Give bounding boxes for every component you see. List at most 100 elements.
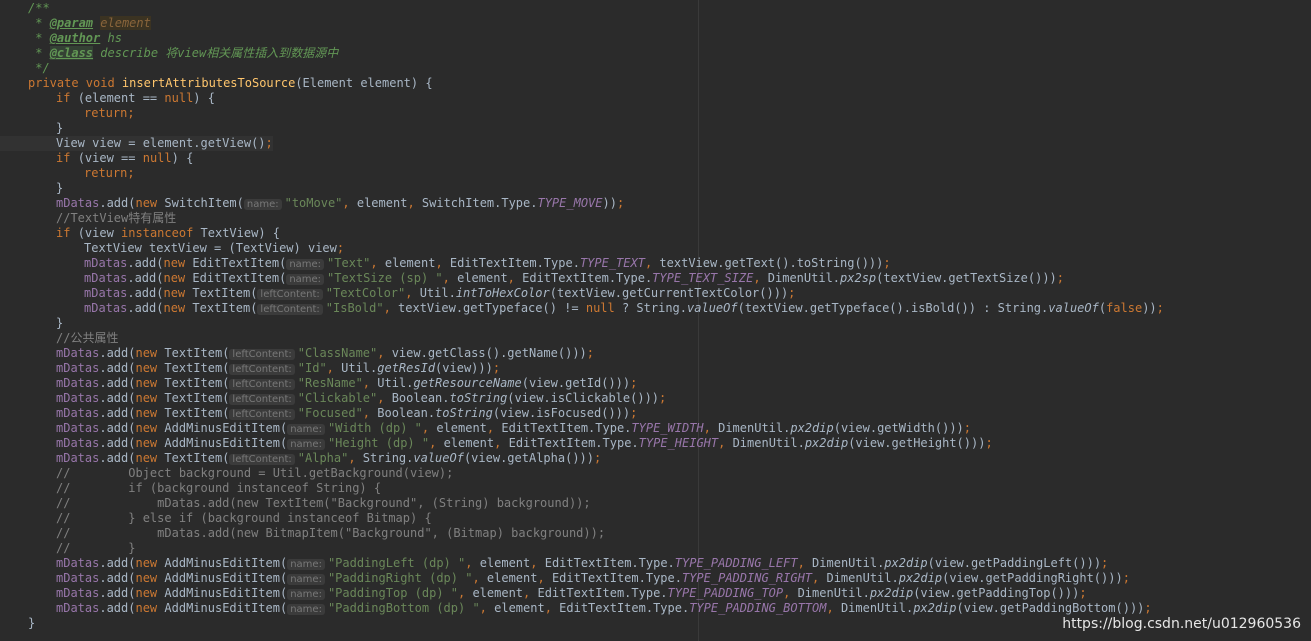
code-token: new	[163, 286, 193, 300]
code-line[interactable]: mDatas.add(new EditTextItem(name: "Text",…	[0, 256, 891, 271]
code-token: TextItem(	[164, 376, 230, 390]
code-line[interactable]: // Object background = Util.getBackgroun…	[0, 466, 453, 481]
code-line[interactable]: if (view instanceof TextView) {	[0, 226, 280, 241]
code-line[interactable]: // if (background instanceof String) {	[0, 481, 381, 496]
code-token: ,	[479, 601, 495, 615]
code-token: ;	[630, 376, 638, 390]
code-line[interactable]: mDatas.add(new TextItem(leftContent: "Cla…	[0, 346, 594, 361]
code-line[interactable]: if (element == null) {	[0, 91, 215, 106]
parameter-hint: leftContent:	[229, 409, 295, 420]
code-token: ,	[435, 256, 450, 270]
code-token: ,	[362, 376, 378, 390]
code-line[interactable]: return;	[0, 166, 135, 181]
code-token: new	[135, 556, 165, 570]
code-line[interactable]: mDatas.add(new TextItem(leftContent: "IsB…	[0, 301, 1164, 316]
code-token: new	[135, 586, 165, 600]
code-line[interactable]: mDatas.add(new AddMinusEditItem(name: "Pa…	[0, 601, 1152, 616]
code-token: (view	[77, 226, 122, 240]
code-token: mDatas	[56, 421, 100, 435]
code-line[interactable]: mDatas.add(new TextItem(leftContent: "Res…	[0, 376, 637, 391]
code-token: ,	[442, 271, 458, 285]
code-line[interactable]: }	[0, 616, 35, 631]
code-token: ;	[1122, 571, 1130, 585]
code-token: ,	[544, 601, 560, 615]
code-token: .add(	[127, 301, 164, 315]
code-line[interactable]: // } else if (background instanceof Bitm…	[0, 511, 432, 526]
code-token: TYPE_HEIGHT	[638, 436, 719, 450]
code-token: mDatas	[84, 256, 128, 270]
code-token: px2dip	[804, 436, 849, 450]
code-editor[interactable]: /** * @param element * @author hs * @cla…	[0, 0, 1311, 641]
code-line[interactable]: if (view == null) {	[0, 151, 193, 166]
parameter-hint: name:	[287, 574, 325, 585]
code-line[interactable]: // mDatas.add(new BitmapItem("Background…	[0, 526, 605, 541]
code-line[interactable]: mDatas.add(new AddMinusEditItem(name: "He…	[0, 436, 993, 451]
code-token: new	[163, 256, 193, 270]
code-line[interactable]: }	[0, 316, 63, 331]
code-token: new	[163, 301, 193, 315]
code-token: element	[479, 556, 531, 570]
code-line[interactable]: mDatas.add(new TextItem(leftContent: "Id"…	[0, 361, 500, 376]
code-token: textView.getTypeface() !=	[398, 301, 586, 315]
code-token: "Alpha"	[297, 451, 349, 465]
code-token: return;	[84, 106, 135, 120]
code-line[interactable]: // mDatas.add(new TextItem("Background",…	[0, 496, 591, 511]
code-token: EditTextItem.Type.	[522, 271, 653, 285]
code-token: new	[135, 196, 165, 210]
code-token: ,	[407, 196, 422, 210]
code-token: */	[28, 61, 50, 75]
code-line[interactable]: private void insertAttributesToSource(El…	[0, 76, 433, 91]
code-line[interactable]: /**	[0, 1, 50, 16]
code-line[interactable]: mDatas.add(new AddMinusEditItem(name: "Pa…	[0, 556, 1108, 571]
code-token: EditTextItem(	[192, 271, 287, 285]
code-line[interactable]: mDatas.add(new AddMinusEditItem(name: "Pa…	[0, 586, 1087, 601]
code-token: TYPE_MOVE	[537, 196, 603, 210]
code-token: Boolean.	[391, 391, 450, 405]
code-token: null	[164, 91, 194, 105]
code-token: EditTextItem.Type.	[537, 586, 668, 600]
code-token: TextItem(	[164, 406, 230, 420]
code-line[interactable]: mDatas.add(new TextItem(leftContent: "Foc…	[0, 406, 637, 421]
code-token: ;	[1101, 556, 1109, 570]
code-line[interactable]: //TextView特有属性	[0, 211, 176, 226]
code-token: new	[135, 361, 165, 375]
code-line[interactable]: mDatas.add(new AddMinusEditItem(name: "Pa…	[0, 571, 1130, 586]
code-line[interactable]: TextView textView = (TextView) view;	[0, 241, 344, 256]
code-line[interactable]: * @author hs	[0, 31, 122, 46]
code-line[interactable]: mDatas.add(new TextItem(leftContent: "Cli…	[0, 391, 666, 406]
code-line[interactable]: }	[0, 121, 63, 136]
code-token: Util.	[419, 286, 456, 300]
code-line[interactable]: * @param element	[0, 16, 151, 31]
code-line[interactable]: mDatas.add(new AddMinusEditItem(name: "Wi…	[0, 421, 971, 436]
code-token: .add(	[99, 451, 136, 465]
code-token: .add(	[127, 256, 164, 270]
code-token: ;	[594, 451, 602, 465]
code-token: mDatas	[56, 571, 100, 585]
code-token: element	[100, 16, 151, 30]
code-token: (textView.getCurrentTextColor()))	[549, 286, 789, 300]
code-line[interactable]: return;	[0, 106, 135, 121]
code-token: ,	[523, 586, 538, 600]
code-token: EditTextItem.Type.	[449, 256, 580, 270]
code-line[interactable]: */	[0, 61, 50, 76]
code-token: ;	[616, 196, 625, 210]
code-token: .add(	[99, 196, 136, 210]
code-line[interactable]: //公共属性	[0, 331, 118, 346]
code-token: }	[56, 181, 64, 195]
code-line[interactable]: View view = element.getView();	[0, 136, 273, 151]
code-token: *	[28, 46, 50, 60]
code-token: px2dip	[884, 556, 928, 570]
code-line[interactable]: mDatas.add(new TextItem(leftContent: "Tex…	[0, 286, 795, 301]
parameter-hint: leftContent:	[229, 454, 295, 465]
code-line[interactable]: mDatas.add(new EditTextItem(name: "TextSi…	[0, 271, 1064, 286]
code-token: ;	[1156, 301, 1164, 315]
code-line[interactable]: }	[0, 181, 63, 196]
code-line[interactable]: // }	[0, 541, 135, 556]
code-token: ,	[826, 601, 841, 615]
code-line[interactable]: mDatas.add(new TextItem(leftContent: "Alp…	[0, 451, 601, 466]
code-token: "Text"	[327, 256, 371, 270]
code-token: DimenUtil.	[732, 436, 805, 450]
code-line[interactable]: mDatas.add(new SwitchItem(name: "toMove",…	[0, 196, 624, 211]
code-token: hs	[100, 31, 122, 45]
code-line[interactable]: * @class describe 将view相关属性插入到数据源中	[0, 46, 338, 61]
